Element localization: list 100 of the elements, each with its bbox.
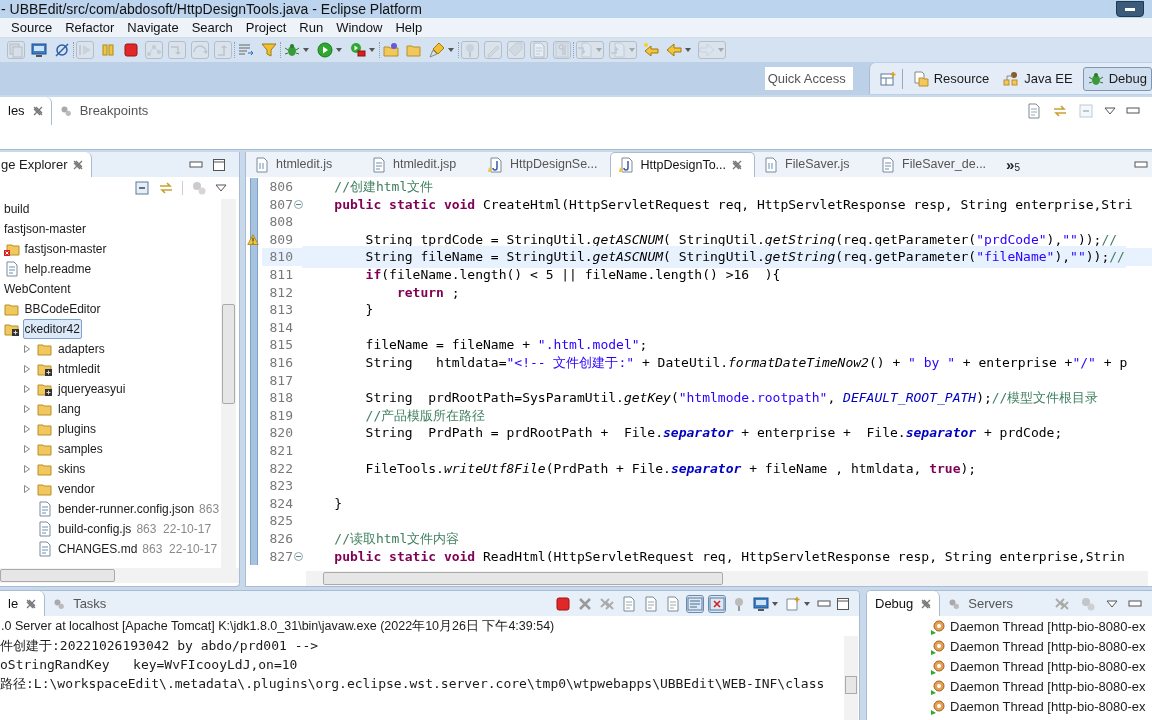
bug-icon[interactable]	[284, 42, 310, 58]
pause-icon[interactable]	[100, 42, 116, 58]
back-icon[interactable]	[666, 42, 692, 58]
view-tab[interactable]: Breakpoints	[51, 97, 157, 125]
view-menu-icon[interactable]	[1104, 107, 1116, 115]
tree-item[interactable]: vendor	[56, 479, 97, 499]
tree-item[interactable]: samples	[56, 439, 105, 459]
fold-icon[interactable]	[293, 199, 303, 209]
close-icon[interactable]	[32, 106, 43, 116]
funnel-icon[interactable]	[261, 42, 277, 58]
expand-arrow-icon[interactable]	[23, 345, 31, 353]
more-tabs-button[interactable]: »5	[1006, 156, 1020, 173]
monitor-icon[interactable]	[31, 42, 47, 58]
perspective-button[interactable]: Debug	[1082, 66, 1152, 91]
minimize-icon[interactable]	[189, 160, 203, 169]
horizontal-scrollbar[interactable]	[0, 568, 239, 583]
document-icon[interactable]	[643, 595, 659, 612]
tree-item[interactable]: CHANGES.md	[56, 539, 140, 559]
vertical-scrollbar[interactable]	[844, 636, 858, 720]
tree-item[interactable]: skins	[56, 459, 88, 479]
editor-tab[interactable]: HttpDesignSe...	[480, 152, 610, 177]
menu-item[interactable]: Refactor	[65, 17, 115, 38]
thread-item[interactable]: Daemon Thread [http-bio-8080-ex	[950, 657, 1146, 677]
link-arrows-icon[interactable]	[158, 180, 174, 196]
maximize-icon[interactable]	[837, 597, 849, 610]
thread-item[interactable]: Daemon Thread [http-bio-8080-ex	[950, 697, 1146, 717]
run-icon[interactable]	[317, 42, 343, 58]
slashed-circle-icon[interactable]	[54, 42, 70, 58]
expand-arrow-icon[interactable]	[23, 385, 31, 393]
text-lines-icon[interactable]	[687, 595, 703, 612]
horizontal-scrollbar[interactable]	[306, 571, 1148, 586]
tree-item[interactable]: htmledit	[56, 359, 103, 379]
run-toolbox-icon[interactable]	[350, 42, 376, 58]
tree-item[interactable]: BBCodeEditor	[22, 299, 103, 319]
tree-item[interactable]: fastjson-master	[0, 219, 89, 239]
fold-icon[interactable]	[293, 551, 303, 561]
editor-tab[interactable]: FileSaver_de...	[872, 152, 999, 177]
brush-icon[interactable]	[429, 42, 455, 58]
editor-tab[interactable]: FileSaver.js	[755, 152, 872, 177]
editor-tab[interactable]: htmledit.js	[246, 152, 363, 177]
maximize-icon[interactable]	[213, 158, 225, 171]
quick-access-field[interactable]: Quick Access	[764, 67, 853, 90]
arrow-star-icon[interactable]	[643, 42, 659, 58]
stop-icon[interactable]	[123, 42, 139, 58]
menu-item[interactable]: Help	[395, 17, 423, 38]
expand-arrow-icon[interactable]	[23, 465, 31, 473]
tree-item[interactable]: help.readme	[22, 259, 94, 279]
tree-item[interactable]: jqueryeasyui	[56, 379, 128, 399]
expand-arrow-icon[interactable]	[23, 485, 31, 493]
view-tab[interactable]: ge Explorer	[0, 152, 93, 177]
menu-item[interactable]: Run	[299, 17, 324, 38]
view-tab[interactable]: Tasks	[45, 591, 115, 616]
thread-item[interactable]: Daemon Thread [http-bio-8080-ex	[950, 677, 1146, 697]
minimize-icon[interactable]	[1128, 599, 1142, 608]
menu-item[interactable]: Window	[336, 17, 383, 38]
perspective-button[interactable]: Resource	[908, 66, 994, 91]
tree-item[interactable]: fastjson-master	[22, 239, 109, 259]
menu-item[interactable]: Source	[11, 17, 53, 38]
open-perspective-icon[interactable]	[879, 70, 896, 87]
view-menu-icon[interactable]	[215, 184, 227, 192]
tree-item[interactable]: WebContent	[0, 279, 73, 299]
collapse-icon[interactable]	[134, 180, 150, 196]
close-icon[interactable]	[26, 598, 37, 609]
expand-arrow-icon[interactable]	[23, 405, 31, 413]
document-icon[interactable]	[1026, 103, 1042, 119]
minimize-window-button[interactable]	[1116, 1, 1144, 17]
document-icon[interactable]	[665, 595, 681, 612]
close-icon[interactable]	[577, 595, 593, 612]
expand-arrow-icon[interactable]	[23, 445, 31, 453]
tree-item[interactable]: adapters	[56, 339, 107, 359]
thread-item[interactable]: Daemon Thread [http-bio-8080-ex	[950, 637, 1146, 657]
view-tab[interactable]: le	[0, 591, 46, 616]
view-tab[interactable]: Servers	[940, 591, 1022, 616]
monitor-icon[interactable]	[753, 595, 779, 612]
remove-all-icon[interactable]	[599, 595, 615, 612]
tree-item[interactable]: build-config.js	[56, 519, 134, 539]
tree-item[interactable]: plugins	[56, 419, 99, 439]
tree-item[interactable]: build	[0, 199, 32, 219]
minimize-icon[interactable]	[1134, 160, 1148, 169]
tree-item[interactable]: bender-runner.config.json	[56, 499, 197, 519]
new-folder-icon[interactable]	[383, 42, 399, 58]
text-x-icon[interactable]	[709, 595, 725, 612]
minimize-icon[interactable]	[817, 599, 831, 608]
thread-item[interactable]: Daemon Thread [http-bio-8080-ex	[950, 617, 1146, 637]
expand-arrow-icon[interactable]	[23, 365, 31, 373]
stop-icon[interactable]	[555, 595, 571, 612]
document-icon[interactable]	[621, 595, 637, 612]
tree-item[interactable]: ckeditor42	[22, 319, 82, 339]
perspective-button[interactable]: Java EE	[999, 66, 1077, 91]
list-arrow-icon[interactable]	[238, 42, 254, 58]
menu-item[interactable]: Project	[245, 17, 287, 38]
view-tab[interactable]: Debug	[867, 591, 941, 616]
expand-arrow-icon[interactable]	[23, 425, 31, 433]
editor-tab[interactable]: htmledit.jsp	[363, 152, 480, 177]
document-plus-icon[interactable]	[785, 595, 811, 612]
close-icon[interactable]	[73, 159, 84, 170]
close-icon[interactable]	[921, 598, 932, 609]
link-arrows-icon[interactable]	[1052, 103, 1068, 119]
menu-item[interactable]: Navigate	[127, 17, 179, 38]
vertical-scrollbar[interactable]	[221, 199, 236, 568]
